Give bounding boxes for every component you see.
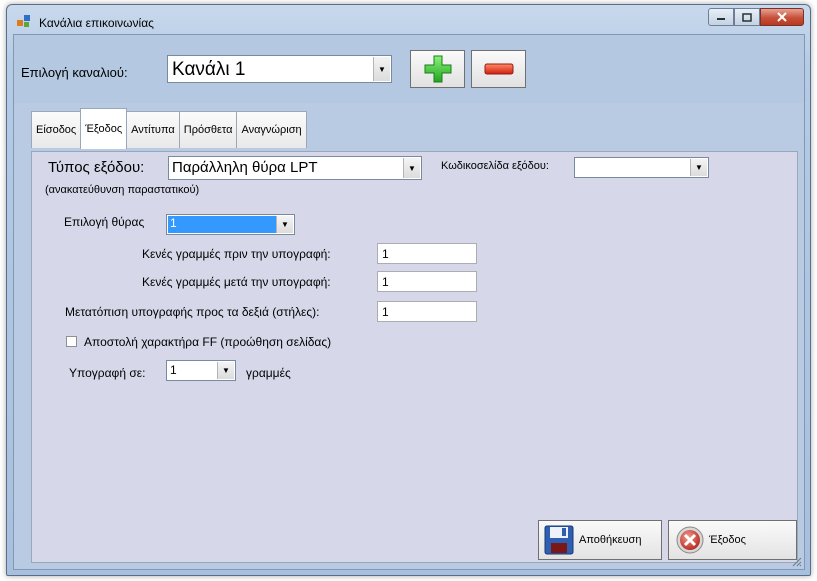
chevron-down-icon[interactable]: ▼ bbox=[373, 57, 390, 81]
add-channel-button[interactable] bbox=[410, 50, 465, 88]
client-area: Επιλογή καναλιού: Κανάλι 1 ▼ Είσοδος Έξο… bbox=[13, 34, 805, 570]
close-button[interactable] bbox=[760, 8, 804, 26]
maximize-icon bbox=[742, 12, 752, 22]
window-title: Κανάλια επικοινωνίας bbox=[39, 16, 154, 30]
tab-copies-label: Αντίτυπα bbox=[131, 124, 175, 136]
save-button-label: Αποθήκευση bbox=[579, 534, 642, 546]
tab-extras[interactable]: Πρόσθετα bbox=[178, 111, 238, 148]
channel-select-value: Κανάλι 1 bbox=[172, 59, 246, 80]
port-label: Επιλογή θύρας bbox=[64, 215, 145, 229]
maximize-button[interactable] bbox=[734, 8, 760, 26]
output-tab-page: Τύπος εξόδου: Παράλληλη θύρα LPT ▼ (ανακ… bbox=[31, 151, 798, 563]
exit-button-label: Έξοδος bbox=[709, 534, 746, 546]
channel-panel: Επιλογή καναλιού: Κανάλι 1 ▼ bbox=[14, 35, 804, 103]
minimize-icon bbox=[717, 18, 725, 20]
minus-icon bbox=[484, 63, 513, 75]
blank-after-input[interactable]: 1 bbox=[377, 271, 477, 292]
tab-output-label: Έξοδος bbox=[85, 123, 123, 135]
chevron-down-icon[interactable]: ▼ bbox=[690, 159, 707, 176]
floppy-disk-icon bbox=[544, 525, 574, 555]
app-icon bbox=[17, 15, 30, 27]
signature-value: 1 bbox=[170, 363, 177, 377]
resize-grip-icon[interactable] bbox=[790, 555, 802, 567]
codepage-select[interactable]: ▼ bbox=[574, 157, 709, 178]
shift-label: Μετατόπιση υπογραφής προς τα δεξιά (στήλ… bbox=[65, 305, 320, 319]
output-type-value: Παράλληλη θύρα LPT bbox=[172, 159, 318, 176]
cancel-icon bbox=[676, 526, 704, 554]
blank-before-input[interactable]: 1 bbox=[377, 243, 477, 264]
save-button[interactable]: Αποθήκευση bbox=[538, 520, 662, 560]
output-type-select[interactable]: Παράλληλη θύρα LPT ▼ bbox=[168, 156, 422, 180]
ff-label: Αποστολή χαρακτήρα FF (προώθηση σελίδας) bbox=[84, 335, 332, 349]
blank-after-label: Κενές γραμμές μετά την υπογραφή: bbox=[142, 275, 331, 289]
minimize-button[interactable] bbox=[708, 8, 734, 26]
main-window: Κανάλια επικοινωνίας Επιλογή καναλιού: Κ… bbox=[6, 4, 811, 576]
remove-channel-button[interactable] bbox=[471, 50, 526, 88]
tab-recognition-label: Αναγνώριση bbox=[241, 124, 302, 136]
chevron-down-icon[interactable]: ▼ bbox=[403, 158, 420, 178]
title-bar[interactable]: Κανάλια επικοινωνίας bbox=[7, 5, 810, 35]
signature-select[interactable]: 1 ▼ bbox=[166, 360, 236, 381]
tab-input-label: Είσοδος bbox=[36, 124, 77, 136]
chevron-down-icon[interactable]: ▼ bbox=[276, 216, 293, 233]
port-value: 1 bbox=[168, 216, 276, 233]
shift-input[interactable]: 1 bbox=[377, 301, 477, 322]
close-icon bbox=[777, 12, 787, 22]
signature-label: Υπογραφή σε: bbox=[69, 366, 146, 380]
codepage-label: Κωδικοσελίδα εξόδου: bbox=[441, 160, 549, 172]
tab-strip: Είσοδος Έξοδος Αντίτυπα Πρόσθετα Αναγνώρ… bbox=[31, 108, 307, 149]
tab-output[interactable]: Έξοδος bbox=[80, 108, 128, 149]
channel-select[interactable]: Κανάλι 1 ▼ bbox=[167, 55, 392, 83]
tab-input[interactable]: Είσοδος bbox=[31, 111, 82, 148]
tab-copies[interactable]: Αντίτυπα bbox=[126, 111, 180, 148]
exit-button[interactable]: Έξοδος bbox=[668, 520, 797, 560]
output-type-label: Τύπος εξόδου: bbox=[48, 159, 145, 176]
plus-icon bbox=[424, 55, 451, 83]
signature-unit: γραμμές bbox=[246, 366, 291, 380]
tab-recognition[interactable]: Αναγνώριση bbox=[236, 111, 307, 148]
tab-extras-label: Πρόσθετα bbox=[183, 124, 233, 136]
ff-checkbox[interactable] bbox=[66, 336, 77, 347]
channel-label: Επιλογή καναλιού: bbox=[21, 65, 128, 80]
output-type-note: (ανακατεύθυνση παραστατικού) bbox=[45, 184, 200, 196]
blank-before-label: Κενές γραμμές πριν την υπογραφή: bbox=[142, 247, 331, 261]
chevron-down-icon[interactable]: ▼ bbox=[217, 362, 234, 379]
window-controls bbox=[708, 8, 804, 26]
port-select[interactable]: 1 ▼ bbox=[166, 214, 295, 235]
